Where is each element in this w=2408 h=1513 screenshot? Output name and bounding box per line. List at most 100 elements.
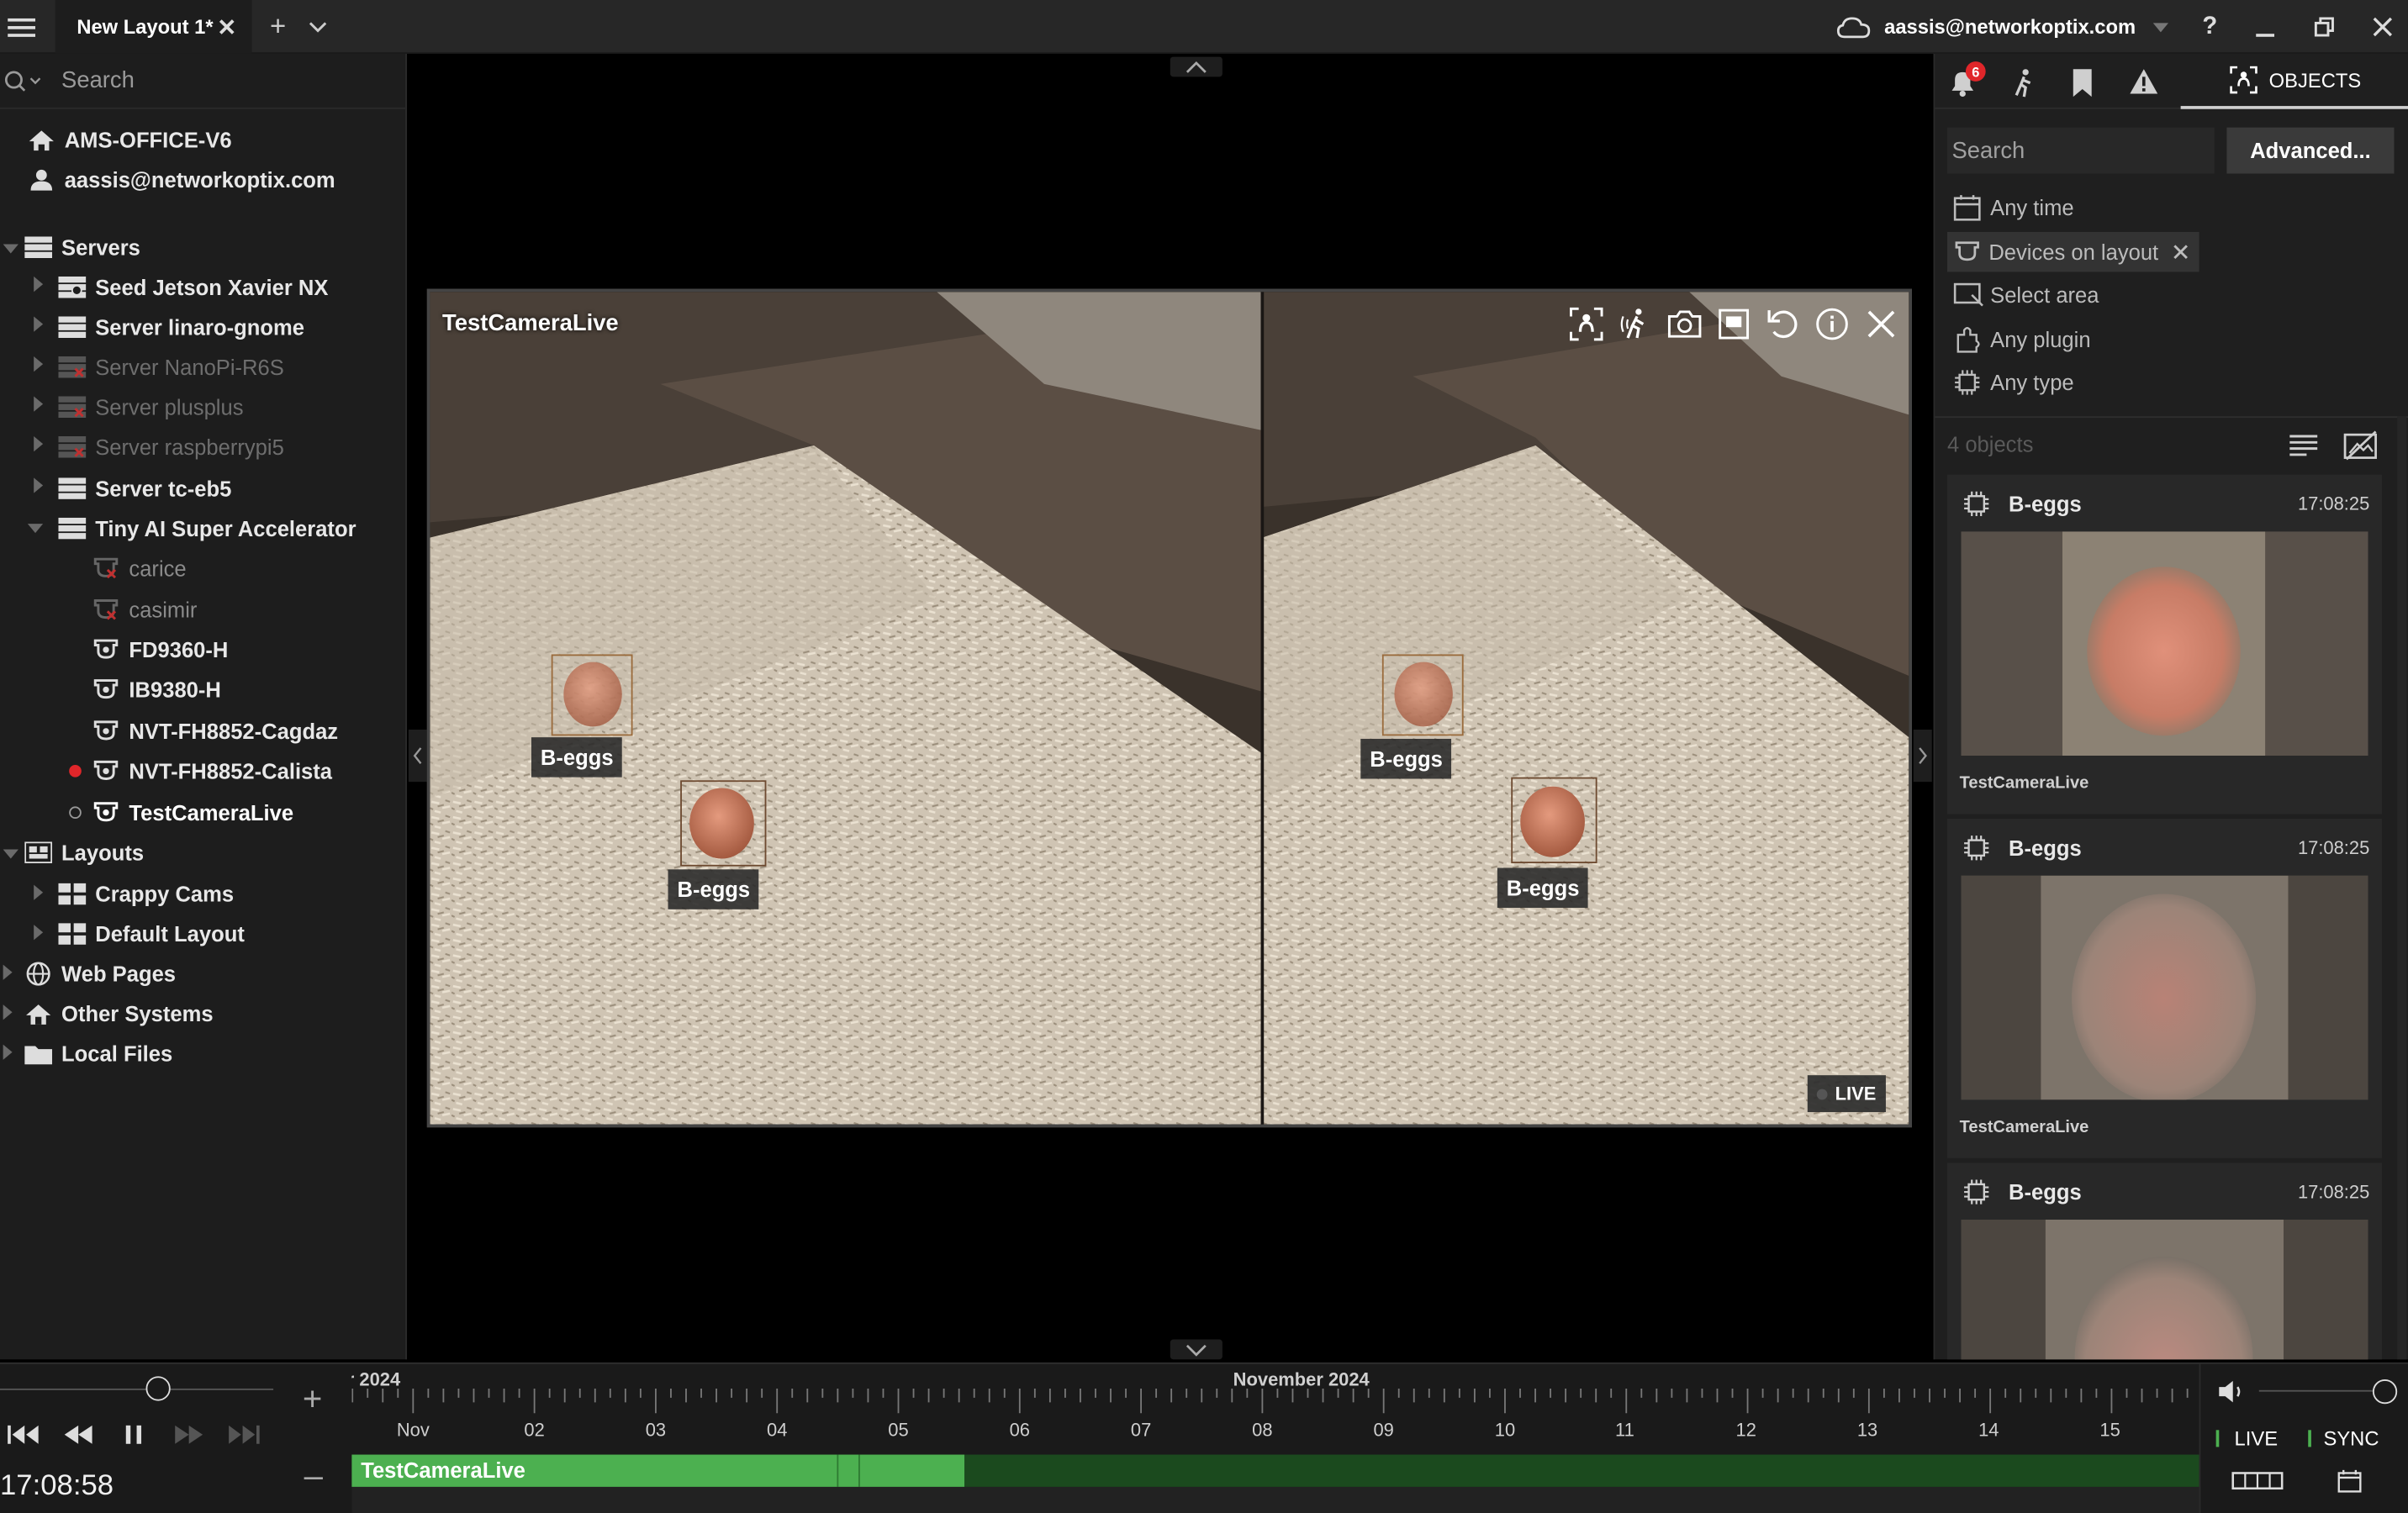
motion-search-icon[interactable] xyxy=(1619,307,1652,340)
time-filter[interactable]: Any time xyxy=(1953,189,2074,226)
collapse-left-panel-button[interactable] xyxy=(408,730,427,783)
expand-layout-icon[interactable] xyxy=(34,884,44,900)
camera-item[interactable]: IB9380-H xyxy=(92,672,221,709)
server-item-offline[interactable]: Server raspberrypi5 xyxy=(58,429,284,466)
jump-to-end-icon[interactable] xyxy=(227,1422,261,1447)
close-tab-icon[interactable]: ✕ xyxy=(217,13,236,40)
collapse-top-panel-button[interactable] xyxy=(1170,56,1222,77)
new-tab-button[interactable]: + xyxy=(261,0,295,54)
zoom-out-button[interactable]: – xyxy=(304,1456,323,1496)
zoom-in-button[interactable]: + xyxy=(303,1379,322,1420)
object-card[interactable]: B-eggs 17:08:25 xyxy=(1947,1162,2382,1360)
fullscreen-icon[interactable] xyxy=(1717,307,1751,340)
expand-server-icon[interactable] xyxy=(34,435,44,452)
expand-server-icon[interactable] xyxy=(34,356,44,372)
expand-local-files-icon[interactable] xyxy=(3,1044,13,1060)
rewind-icon[interactable] xyxy=(61,1422,95,1447)
pause-icon[interactable] xyxy=(123,1422,145,1447)
expand-server-icon[interactable] xyxy=(34,276,44,293)
jump-to-start-icon[interactable] xyxy=(6,1422,40,1447)
expand-server-icon[interactable] xyxy=(34,396,44,412)
expand-web-pages-icon[interactable] xyxy=(3,964,13,980)
object-thumbnail[interactable] xyxy=(1961,1219,2368,1360)
site-item[interactable]: AMS-OFFICE-V6 xyxy=(28,121,232,158)
detection-box[interactable] xyxy=(680,780,767,867)
info-icon[interactable] xyxy=(1815,307,1849,340)
expand-layouts-icon[interactable] xyxy=(3,849,18,859)
server-item-offline[interactable]: Server plusplus xyxy=(58,388,244,425)
devices-filter-chip[interactable]: Devices on layout xyxy=(1947,231,2199,272)
object-thumbnail[interactable] xyxy=(1961,531,2368,756)
tabs-dropdown-icon[interactable] xyxy=(301,0,335,54)
detection-box[interactable] xyxy=(1511,777,1597,863)
timeline-ruler[interactable]: r 2024 November 2024 Nov 02 03 04 05 06 … xyxy=(351,1364,2199,1513)
screenshot-icon[interactable] xyxy=(1667,307,1702,340)
calendar-toggle-icon[interactable] xyxy=(2337,1468,2362,1493)
advanced-search-button[interactable]: Advanced... xyxy=(2226,127,2395,174)
plugin-filter[interactable]: Any plugin xyxy=(1953,321,2091,358)
tab-bookmarks[interactable] xyxy=(2070,67,2094,98)
main-menu-icon[interactable] xyxy=(0,0,43,54)
camera-item[interactable]: NVT-FH8852-Cagdaz xyxy=(92,713,339,750)
object-thumbnail[interactable] xyxy=(1961,875,2368,1100)
camera-item[interactable]: FD9360-H xyxy=(92,631,229,668)
user-account[interactable]: aassis@networkoptix.com xyxy=(1836,0,2169,54)
hide-thumbnails-icon[interactable] xyxy=(2343,430,2377,461)
area-filter[interactable]: Select area xyxy=(1953,277,2099,314)
detection-box[interactable] xyxy=(551,654,633,736)
list-view-icon[interactable] xyxy=(2288,431,2319,459)
camera-tile[interactable]: TestCameraLive B-eggs B-eggs B-eggs B-eg… xyxy=(426,288,1912,1128)
object-card[interactable]: B-eggs 17:08:25 TestCameraLive xyxy=(1947,819,2382,1158)
object-search-icon[interactable] xyxy=(1570,307,1603,341)
volume-slider-handle[interactable] xyxy=(2372,1379,2398,1405)
server-item[interactable]: Seed Jetson Xavier NX xyxy=(58,269,328,306)
clear-filter-icon[interactable] xyxy=(2171,243,2189,261)
volume-slider-track[interactable] xyxy=(2258,1389,2382,1392)
restore-icon[interactable] xyxy=(2306,0,2340,54)
tab-notifications[interactable]: 6 xyxy=(1947,61,1986,100)
thumbnails-toggle-icon[interactable] xyxy=(2231,1470,2284,1492)
other-systems-group[interactable]: Other Systems xyxy=(24,995,214,1032)
layout-item[interactable]: Crappy Cams xyxy=(58,876,234,913)
expand-server-icon[interactable] xyxy=(34,316,44,332)
live-button[interactable]: LIVE xyxy=(2215,1422,2278,1453)
expand-layout-icon[interactable] xyxy=(34,925,44,941)
type-filter[interactable]: Any type xyxy=(1953,364,2074,401)
server-item[interactable]: Server tc-eb5 xyxy=(58,470,231,507)
servers-group[interactable]: Servers xyxy=(24,229,140,266)
close-window-icon[interactable] xyxy=(2365,0,2399,54)
expand-other-systems-icon[interactable] xyxy=(3,1004,13,1020)
speed-slider-handle[interactable] xyxy=(145,1376,171,1401)
objects-scrollbar[interactable] xyxy=(2397,416,2407,1360)
resource-search[interactable]: Search xyxy=(0,54,406,109)
collapse-bottom-panel-button[interactable] xyxy=(1170,1339,1222,1360)
minimize-icon[interactable] xyxy=(2248,0,2282,54)
server-item-expanded[interactable]: Tiny AI Super Accelerator xyxy=(58,510,356,547)
fast-forward-icon[interactable] xyxy=(172,1422,206,1447)
layouts-group[interactable]: Layouts xyxy=(24,834,144,871)
rotate-icon[interactable] xyxy=(1766,307,1799,340)
local-files-group[interactable]: Local Files xyxy=(24,1036,172,1073)
server-item-offline[interactable]: Server NanoPi-R6S xyxy=(58,349,284,386)
expand-server-icon[interactable] xyxy=(34,477,44,493)
expand-servers-icon[interactable] xyxy=(3,244,18,254)
volume-icon[interactable] xyxy=(2216,1379,2247,1404)
web-pages-group[interactable]: Web Pages xyxy=(24,956,176,993)
sync-button[interactable]: SYNC xyxy=(2308,1422,2379,1453)
collapse-right-panel-button[interactable] xyxy=(1913,730,1932,783)
timeline-scrollbar[interactable] xyxy=(351,1486,2199,1513)
help-button[interactable]: ? xyxy=(2193,0,2226,54)
layout-tab[interactable]: New Layout 1* ✕ xyxy=(55,0,252,54)
detection-box[interactable] xyxy=(1381,654,1464,736)
object-card[interactable]: B-eggs 17:08:25 TestCameraLive xyxy=(1947,474,2382,814)
server-item[interactable]: Server linaro-gnome xyxy=(58,308,304,345)
camera-item-recording[interactable]: NVT-FH8852-Calista xyxy=(92,752,332,789)
camera-item-offline[interactable]: casimir xyxy=(92,592,197,629)
tab-objects[interactable]: OBJECTS xyxy=(2180,54,2408,109)
objects-search-input[interactable]: Search xyxy=(1947,127,2215,174)
camera-item-offline[interactable]: carice xyxy=(92,550,187,587)
camera-item-selected[interactable]: TestCameraLive xyxy=(92,794,294,831)
close-tile-icon[interactable] xyxy=(1864,307,1898,340)
speed-slider-track[interactable] xyxy=(0,1388,274,1390)
tab-events[interactable] xyxy=(2129,67,2160,95)
